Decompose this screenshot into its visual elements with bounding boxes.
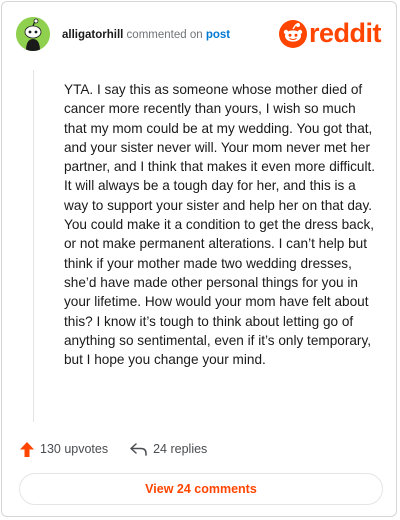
upvote-arrow-icon [20,441,34,457]
reddit-snoo-icon [279,20,307,48]
snoo-avatar-icon[interactable] [16,17,50,51]
comment-byline: alligatorhill commented on post [62,28,230,42]
comment-actions: 130 upvotes 24 replies [20,440,207,458]
reply-arrow-icon [130,442,147,456]
reply-count: 24 replies [153,442,208,456]
comment-thread-line [33,70,34,422]
reddit-wordmark: reddit [309,18,382,48]
username-link[interactable]: alligatorhill [62,29,123,41]
reddit-logo[interactable]: reddit [279,18,389,50]
upvote-count: 130 upvotes [40,442,109,456]
upvote-button[interactable]: 130 upvotes [20,441,109,457]
byline-action-text: commented on [126,29,203,41]
comment-card: alligatorhill commented on post reddit Y… [1,1,397,517]
post-link[interactable]: post [206,29,230,41]
comment-body: YTA. I say this as someone whose mother … [64,82,376,368]
replies-button[interactable]: 24 replies [130,442,207,456]
comment-header: alligatorhill commented on post reddit [2,2,396,72]
view-comments-button[interactable]: View 24 comments [19,473,383,505]
